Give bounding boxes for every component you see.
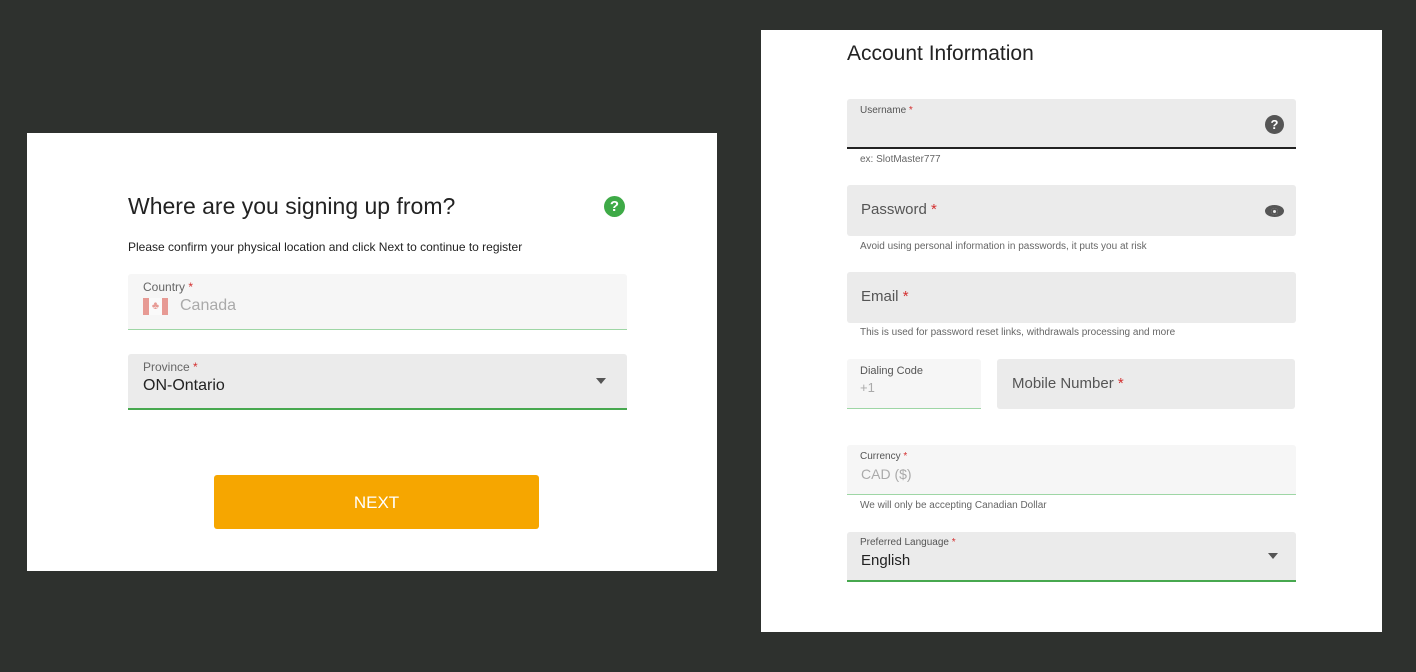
currency-hint: We will only be accepting Canadian Dolla… xyxy=(860,500,1047,511)
location-subtitle: Please confirm your physical location an… xyxy=(128,240,523,254)
mobile-number-label: Mobile Number * xyxy=(1012,375,1124,392)
eye-icon[interactable] xyxy=(1265,205,1284,217)
country-value: Canada xyxy=(180,297,237,314)
account-panel: Account Information Username * ? ex: Slo… xyxy=(761,30,1382,632)
email-field[interactable]: Email * xyxy=(847,272,1296,323)
currency-label: Currency * xyxy=(860,451,908,462)
currency-field: Currency * CAD ($) xyxy=(847,445,1296,495)
email-label: Email * xyxy=(861,288,909,305)
dialing-code-value: +1 xyxy=(860,380,875,395)
mobile-number-field[interactable]: Mobile Number * xyxy=(997,359,1295,409)
username-field[interactable]: Username * ? xyxy=(847,99,1296,149)
question-circle-icon[interactable]: ? xyxy=(604,196,625,217)
province-label: Province * xyxy=(143,360,198,374)
country-label: Country * xyxy=(143,280,194,294)
language-label: Preferred Language * xyxy=(860,537,956,548)
province-value: ON-Ontario xyxy=(143,377,225,394)
email-hint: This is used for password reset links, w… xyxy=(860,327,1176,338)
location-title: Where are you signing up from? xyxy=(128,193,456,219)
dialing-code-label: Dialing Code xyxy=(860,365,923,377)
dialing-code-field: Dialing Code +1 xyxy=(847,359,981,409)
account-title: Account Information xyxy=(847,42,1034,65)
currency-value: CAD ($) xyxy=(861,466,912,482)
chevron-down-icon xyxy=(596,378,606,384)
chevron-down-icon xyxy=(1268,553,1278,559)
location-panel: Where are you signing up from? ? Please … xyxy=(27,133,717,571)
language-value: English xyxy=(861,552,911,569)
next-button[interactable]: NEXT xyxy=(214,475,539,529)
country-field: Country * ♣ Canada xyxy=(128,274,627,330)
password-hint: Avoid using personal information in pass… xyxy=(860,241,1147,252)
username-hint: ex: SlotMaster777 xyxy=(860,154,941,165)
password-field[interactable]: Password * xyxy=(847,185,1296,236)
question-circle-icon[interactable]: ? xyxy=(1265,115,1284,134)
username-label: Username * xyxy=(860,105,913,116)
canada-flag-icon: ♣ xyxy=(143,298,168,315)
province-select[interactable]: Province * ON-Ontario xyxy=(128,354,627,410)
language-select[interactable]: Preferred Language * English xyxy=(847,532,1296,582)
password-label: Password * xyxy=(861,201,937,218)
